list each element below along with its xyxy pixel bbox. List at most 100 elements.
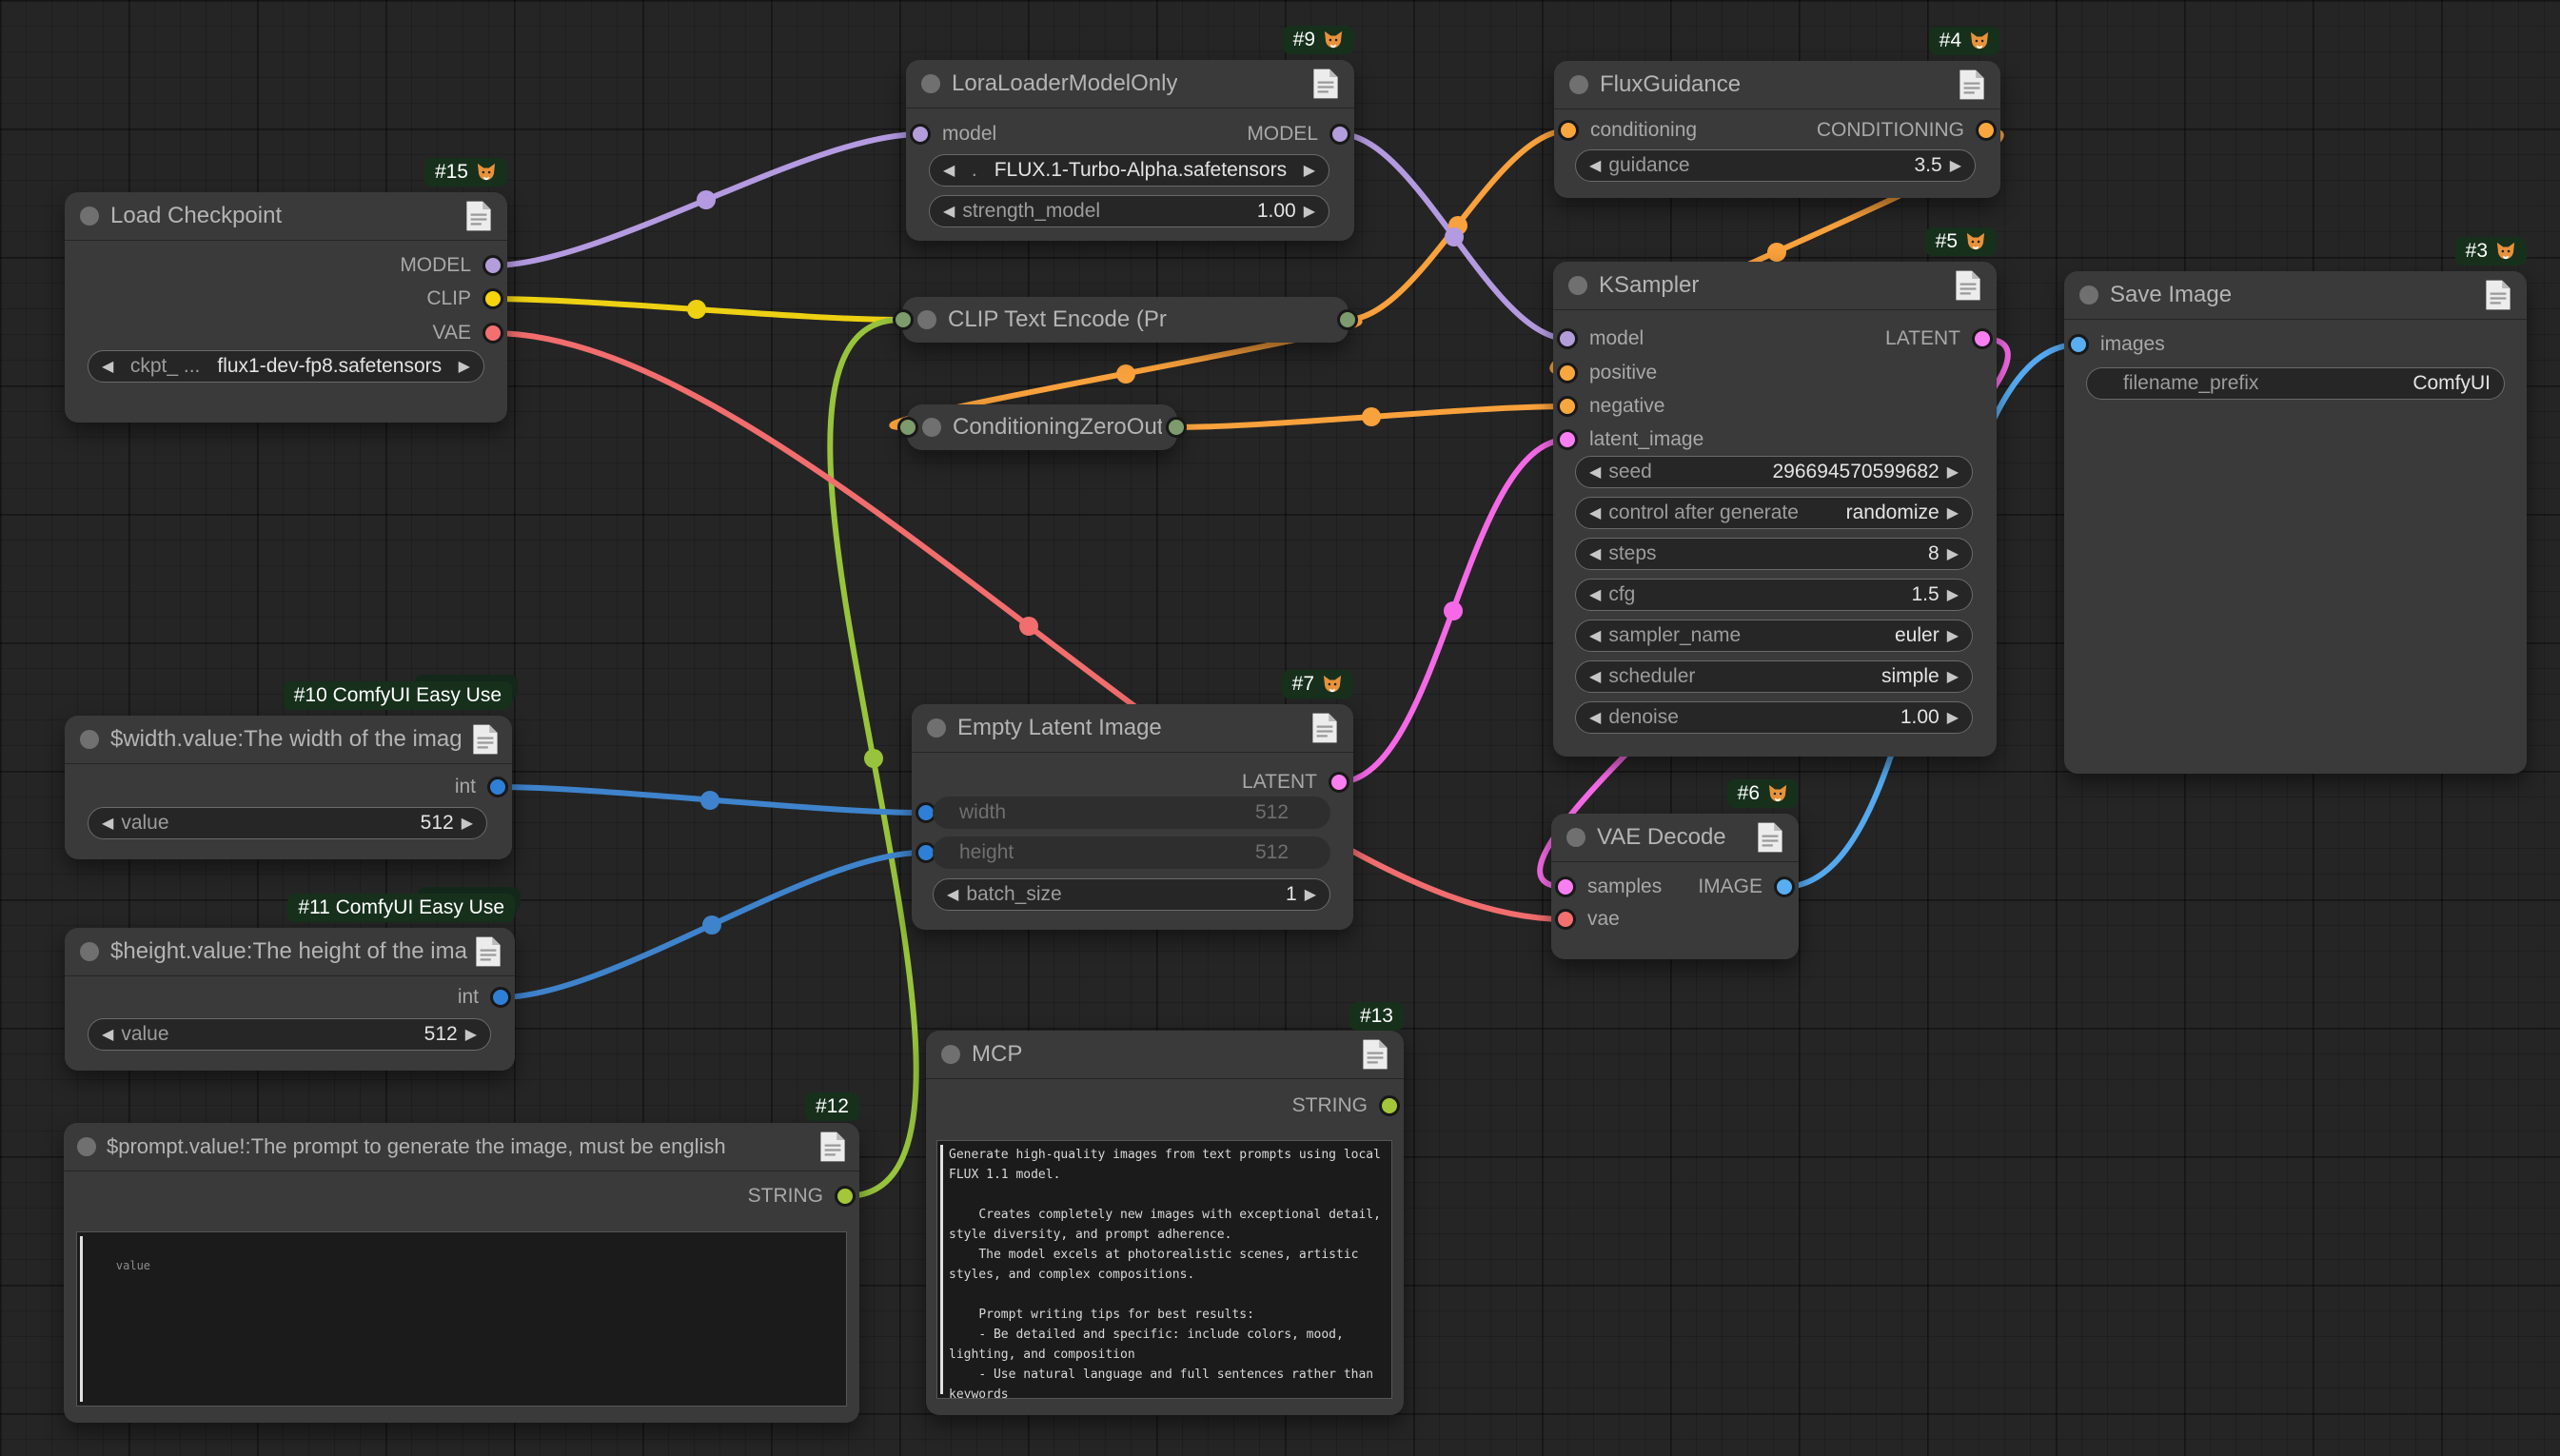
- decrement-icon[interactable]: ◀: [1589, 667, 1601, 686]
- collapse-dot-icon[interactable]: [2079, 285, 2098, 305]
- decrement-icon[interactable]: ◀: [102, 814, 113, 833]
- node-titlebar[interactable]: KSampler: [1553, 262, 1997, 310]
- node-titlebar[interactable]: $height.value:The height of the ima: [65, 928, 515, 976]
- widget-guidance[interactable]: ◀ guidance 3.5 ▶: [1575, 149, 1976, 182]
- node-clip-text-encode[interactable]: CLIP Text Encode (Pr: [902, 297, 1349, 343]
- decrement-icon[interactable]: ◀: [1589, 462, 1601, 482]
- increment-icon[interactable]: ▶: [459, 357, 470, 376]
- increment-icon[interactable]: ▶: [1305, 885, 1316, 904]
- node-mcp[interactable]: #13 MCP STRING Generate high-quality ima…: [926, 1031, 1404, 1415]
- widget-filename-prefix[interactable]: filename_prefix ComfyUI: [2086, 367, 2505, 400]
- collapse-dot-icon[interactable]: [927, 718, 946, 738]
- widget-batch-size[interactable]: ◀ batch_size 1 ▶: [933, 878, 1330, 911]
- collapse-dot-icon[interactable]: [80, 730, 99, 749]
- node-titlebar[interactable]: Save Image: [2064, 271, 2527, 320]
- widget-value[interactable]: ◀ value 512 ▶: [88, 807, 487, 839]
- collapse-dot-icon[interactable]: [77, 1137, 96, 1156]
- output-dot-vae[interactable]: [482, 323, 503, 344]
- decrement-icon[interactable]: ◀: [102, 1025, 113, 1044]
- output-dot-string[interactable]: [835, 1186, 856, 1207]
- output-dot-int[interactable]: [490, 987, 511, 1008]
- output-dot-conditioning[interactable]: [1976, 120, 1997, 141]
- output-dot-image[interactable]: [1774, 876, 1795, 897]
- decrement-icon[interactable]: ◀: [947, 885, 958, 904]
- node-height-input[interactable]: #11 ComfyUI Easy Use $height.value:The h…: [65, 928, 515, 1071]
- node-width-input[interactable]: #10 ComfyUI Easy Use $width.value:The wi…: [65, 716, 512, 859]
- widget-strength-model[interactable]: ◀ strength_model 1.00 ▶: [929, 195, 1329, 227]
- decrement-icon[interactable]: ◀: [1589, 503, 1601, 522]
- increment-icon[interactable]: ▶: [1947, 585, 1959, 604]
- output-dot-model[interactable]: [1329, 124, 1350, 145]
- widget-ckpt-name[interactable]: ◀ ckpt_ ... flux1-dev-fp8.safetensors ▶: [88, 350, 484, 383]
- decrement-icon[interactable]: ◀: [943, 161, 955, 180]
- node-conditioning-zero-out[interactable]: ConditioningZeroOut: [907, 404, 1177, 450]
- input-dot-images[interactable]: [2068, 334, 2089, 355]
- collapse-dot-icon[interactable]: [921, 74, 940, 93]
- widget-scheduler[interactable]: ◀ scheduler simple ▶: [1575, 660, 1973, 693]
- widget-cfg[interactable]: ◀ cfg 1.5 ▶: [1575, 579, 1973, 611]
- increment-icon[interactable]: ▶: [1947, 708, 1959, 727]
- decrement-icon[interactable]: ◀: [102, 357, 113, 376]
- increment-icon[interactable]: ▶: [1947, 462, 1959, 482]
- node-lora-loader[interactable]: #9 LoraLoaderModelOnly model MODEL ◀ . F…: [906, 60, 1354, 241]
- collapse-dot-icon[interactable]: [917, 310, 936, 329]
- input-dot-samples[interactable]: [1555, 876, 1576, 897]
- collapsed-output-dot[interactable]: [1337, 309, 1358, 330]
- node-empty-latent-image[interactable]: #7 Empty Latent Image LATENT width 512 h…: [912, 704, 1353, 930]
- decrement-icon[interactable]: ◀: [1589, 156, 1601, 175]
- output-dot-clip[interactable]: [482, 288, 503, 309]
- output-dot-string[interactable]: [1379, 1095, 1400, 1116]
- increment-icon[interactable]: ▶: [1304, 161, 1315, 180]
- decrement-icon[interactable]: ◀: [1589, 626, 1601, 645]
- node-titlebar[interactable]: $width.value:The width of the imag: [65, 716, 512, 764]
- node-graph-canvas[interactable]: #15 Load Checkpoint MODEL CLIP VAE ◀ ckp…: [0, 0, 2560, 1456]
- mcp-textarea[interactable]: Generate high-quality images from text p…: [936, 1140, 1392, 1399]
- widget-denoise[interactable]: ◀ denoise 1.00 ▶: [1575, 701, 1973, 734]
- widget-control-after-generate[interactable]: ◀ control after generate randomize ▶: [1575, 497, 1973, 529]
- node-titlebar[interactable]: LoraLoaderModelOnly: [906, 60, 1354, 108]
- prompt-textarea[interactable]: value: [76, 1231, 847, 1407]
- node-titlebar[interactable]: $prompt.value!:The prompt to generate th…: [64, 1123, 859, 1171]
- input-dot-positive[interactable]: [1557, 363, 1578, 384]
- collapsed-output-dot[interactable]: [1166, 417, 1187, 438]
- increment-icon[interactable]: ▶: [1947, 667, 1959, 686]
- collapsed-input-dot[interactable]: [893, 309, 914, 330]
- node-vae-decode[interactable]: #6 VAE Decode samples IMAGE vae: [1551, 814, 1799, 959]
- increment-icon[interactable]: ▶: [1947, 503, 1959, 522]
- widget-lora-name[interactable]: ◀ . FLUX.1-Turbo-Alpha.safetensors ▶: [929, 154, 1329, 187]
- increment-icon[interactable]: ▶: [1950, 156, 1961, 175]
- input-dot-conditioning[interactable]: [1558, 120, 1579, 141]
- input-dot-model[interactable]: [910, 124, 931, 145]
- input-dot-negative[interactable]: [1557, 396, 1578, 417]
- widget-steps[interactable]: ◀ steps 8 ▶: [1575, 538, 1973, 570]
- node-titlebar[interactable]: MCP: [926, 1031, 1404, 1079]
- output-dot-latent[interactable]: [1329, 772, 1349, 793]
- increment-icon[interactable]: ▶: [462, 814, 473, 833]
- collapse-dot-icon[interactable]: [80, 942, 99, 961]
- decrement-icon[interactable]: ◀: [1589, 708, 1601, 727]
- collapse-dot-icon[interactable]: [80, 207, 99, 226]
- widget-seed[interactable]: ◀ seed 296694570599682 ▶: [1575, 456, 1973, 488]
- decrement-icon[interactable]: ◀: [1589, 544, 1601, 563]
- node-prompt-input[interactable]: #12 $prompt.value!:The prompt to generat…: [64, 1123, 859, 1423]
- node-titlebar[interactable]: Empty Latent Image: [912, 704, 1353, 753]
- output-dot-model[interactable]: [482, 255, 503, 276]
- node-titlebar[interactable]: ConditioningZeroOut: [907, 404, 1177, 450]
- node-save-image[interactable]: #3 Save Image images filename_prefix Com…: [2064, 271, 2527, 774]
- collapse-dot-icon[interactable]: [1566, 828, 1585, 847]
- widget-sampler-name[interactable]: ◀ sampler_name euler ▶: [1575, 620, 1973, 652]
- node-titlebar[interactable]: CLIP Text Encode (Pr: [902, 297, 1349, 343]
- node-flux-guidance[interactable]: #4 FluxGuidance conditioning CONDITIONIN…: [1554, 61, 2000, 198]
- decrement-icon[interactable]: ◀: [943, 202, 955, 221]
- node-load-checkpoint[interactable]: #15 Load Checkpoint MODEL CLIP VAE ◀ ckp…: [65, 192, 507, 423]
- collapse-dot-icon[interactable]: [922, 418, 941, 437]
- widget-value[interactable]: ◀ value 512 ▶: [88, 1018, 491, 1051]
- node-titlebar[interactable]: VAE Decode: [1551, 814, 1799, 862]
- output-dot-latent[interactable]: [1972, 328, 1993, 349]
- increment-icon[interactable]: ▶: [1947, 544, 1959, 563]
- collapse-dot-icon[interactable]: [941, 1045, 960, 1064]
- node-titlebar[interactable]: Load Checkpoint: [65, 192, 507, 241]
- node-titlebar[interactable]: FluxGuidance: [1554, 61, 2000, 109]
- node-ksampler[interactable]: #5 KSampler model LATENT positive negati…: [1553, 262, 1997, 757]
- output-dot-int[interactable]: [487, 777, 508, 797]
